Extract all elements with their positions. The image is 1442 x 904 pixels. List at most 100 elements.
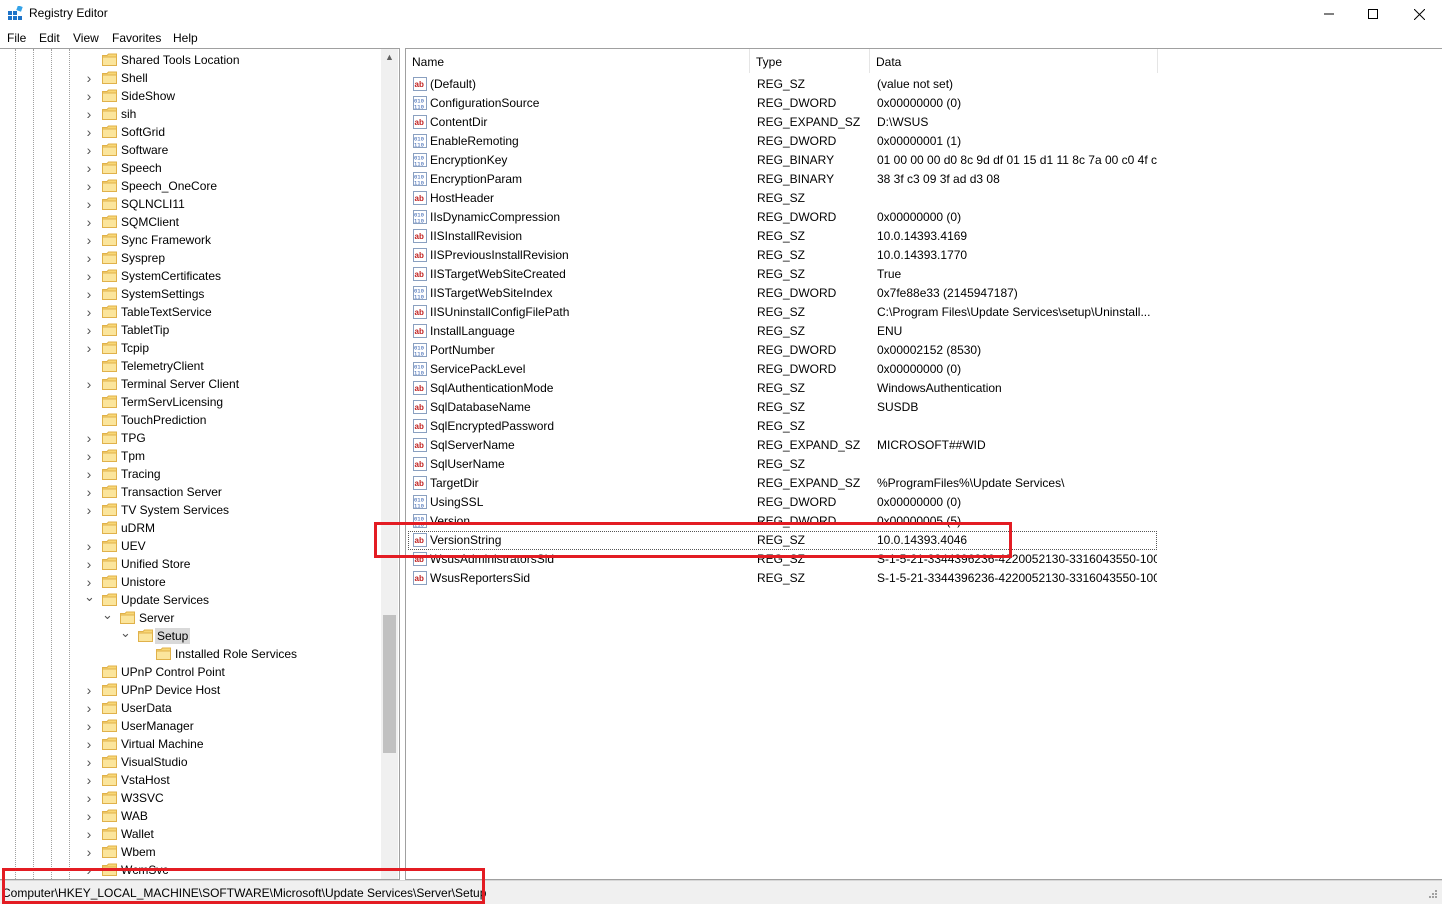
tree-item[interactable]: › Transaction Server bbox=[0, 483, 380, 501]
chevron-right-icon[interactable]: › bbox=[84, 233, 94, 247]
chevron-right-icon[interactable]: › bbox=[84, 737, 94, 751]
chevron-right-icon[interactable]: › bbox=[84, 323, 94, 337]
menu-edit[interactable]: Edit bbox=[39, 31, 60, 45]
column-header-data[interactable]: Data bbox=[870, 49, 1158, 73]
tree-item[interactable]: › UPnP Device Host bbox=[0, 681, 380, 699]
tree-item[interactable]: TermServLicensing bbox=[0, 393, 380, 411]
tree-item[interactable]: › Tracing bbox=[0, 465, 380, 483]
scrollbar-thumb[interactable] bbox=[383, 615, 396, 753]
value-row[interactable]: ab TargetDir REG_EXPAND_SZ %ProgramFiles%\U… bbox=[408, 474, 1158, 493]
tree-item[interactable]: ⌄ Setup bbox=[0, 626, 380, 645]
value-row[interactable]: 010 110 UsingSSL REG_DWORD 0x00000000 (0) bbox=[408, 493, 1158, 512]
chevron-right-icon[interactable]: › bbox=[84, 143, 94, 157]
tree-item[interactable]: › TabletTip bbox=[0, 321, 380, 339]
tree-item[interactable]: ⌄ Update Services bbox=[0, 590, 380, 609]
chevron-right-icon[interactable]: › bbox=[84, 125, 94, 139]
value-row[interactable]: ab WsusReportersSid REG_SZ S-1-5-21-3344396… bbox=[408, 569, 1158, 588]
tree-item[interactable]: › Virtual Machine bbox=[0, 735, 380, 753]
chevron-down-icon[interactable]: ⌄ bbox=[84, 590, 95, 603]
value-row[interactable]: 010 110 IISTargetWebSiteIndex REG_DWORD 0x7f… bbox=[408, 284, 1158, 303]
chevron-right-icon[interactable]: › bbox=[84, 467, 94, 481]
value-row[interactable]: 010 110 EncryptionParam REG_BINARY 38 3f c3 … bbox=[408, 170, 1158, 189]
value-row[interactable]: 010 110 EncryptionKey REG_BINARY 01 00 00 00… bbox=[408, 151, 1158, 170]
chevron-right-icon[interactable]: › bbox=[84, 179, 94, 193]
tree-scrollbar[interactable]: ▲ bbox=[381, 49, 398, 879]
tree-item[interactable]: › UserManager bbox=[0, 717, 380, 735]
value-row[interactable]: ab InstallLanguage REG_SZ ENU bbox=[408, 322, 1158, 341]
tree-item[interactable]: › TV System Services bbox=[0, 501, 380, 519]
tree-item[interactable]: TelemetryClient bbox=[0, 357, 380, 375]
maximize-button[interactable] bbox=[1350, 0, 1396, 28]
value-row[interactable]: 010 110 EnableRemoting REG_DWORD 0x00000001 … bbox=[408, 132, 1158, 151]
tree-item[interactable]: Installed Role Services bbox=[0, 645, 380, 663]
chevron-right-icon[interactable]: › bbox=[84, 791, 94, 805]
value-row[interactable]: ab SqlDatabaseName REG_SZ SUSDB bbox=[408, 398, 1158, 417]
chevron-right-icon[interactable]: › bbox=[84, 161, 94, 175]
chevron-right-icon[interactable]: › bbox=[84, 89, 94, 103]
value-row[interactable]: ab IISTargetWebSiteCreated REG_SZ True bbox=[408, 265, 1158, 284]
tree-item[interactable]: › VisualStudio bbox=[0, 753, 380, 771]
tree-item[interactable]: › WAB bbox=[0, 807, 380, 825]
chevron-right-icon[interactable]: › bbox=[84, 809, 94, 823]
chevron-right-icon[interactable]: › bbox=[84, 503, 94, 517]
tree-item[interactable]: › Sysprep bbox=[0, 249, 380, 267]
menu-view[interactable]: View bbox=[73, 31, 99, 45]
scroll-up-icon[interactable]: ▲ bbox=[381, 49, 398, 66]
tree-item[interactable]: › Wallet bbox=[0, 825, 380, 843]
tree-item[interactable]: › TableTextService bbox=[0, 303, 380, 321]
value-row[interactable]: 010 110 ServicePackLevel REG_DWORD 0x0000000… bbox=[408, 360, 1158, 379]
chevron-right-icon[interactable]: › bbox=[84, 341, 94, 355]
tree-item[interactable]: › Speech_OneCore bbox=[0, 177, 380, 195]
column-header-type[interactable]: Type bbox=[750, 49, 870, 73]
close-button[interactable] bbox=[1396, 0, 1442, 28]
tree-item[interactable]: › Unistore bbox=[0, 573, 380, 591]
tree-item[interactable]: › SoftGrid bbox=[0, 123, 380, 141]
value-row[interactable]: ab WsusAdministratorsSid REG_SZ S-1-5-21-33… bbox=[408, 550, 1158, 569]
value-row[interactable]: 010 110 PortNumber REG_DWORD 0x00002152 (853… bbox=[408, 341, 1158, 360]
chevron-right-icon[interactable]: › bbox=[84, 755, 94, 769]
values-list-pane[interactable]: Name Type Data ab (Default) REG_SZ (value n… bbox=[405, 48, 1442, 880]
menu-help[interactable]: Help bbox=[173, 31, 198, 45]
chevron-right-icon[interactable]: › bbox=[84, 305, 94, 319]
tree-item[interactable]: › SystemCertificates bbox=[0, 267, 380, 285]
value-row[interactable]: ab SqlUserName REG_SZ bbox=[408, 455, 1158, 474]
tree-item[interactable]: › Shell bbox=[0, 69, 380, 87]
menu-file[interactable]: File bbox=[7, 31, 26, 45]
value-row[interactable]: ab SqlServerName REG_EXPAND_SZ MICROSOFT##W… bbox=[408, 436, 1158, 455]
chevron-right-icon[interactable]: › bbox=[84, 863, 94, 877]
column-header-name[interactable]: Name bbox=[406, 49, 750, 73]
value-row[interactable]: ab IISUninstallConfigFilePath REG_SZ C:\Pro… bbox=[408, 303, 1158, 322]
value-row[interactable]: ab VersionString REG_SZ 10.0.14393.4046 bbox=[408, 531, 1157, 550]
tree-item[interactable]: › Wbem bbox=[0, 843, 380, 861]
tree-item[interactable]: › Speech bbox=[0, 159, 380, 177]
tree-item[interactable]: › SideShow bbox=[0, 87, 380, 105]
value-row[interactable]: 010 110 ConfigurationSource REG_DWORD 0x0000… bbox=[408, 94, 1158, 113]
chevron-right-icon[interactable]: › bbox=[84, 431, 94, 445]
tree-item[interactable]: › sih bbox=[0, 105, 380, 123]
chevron-right-icon[interactable]: › bbox=[84, 575, 94, 589]
chevron-right-icon[interactable]: › bbox=[84, 719, 94, 733]
chevron-right-icon[interactable]: › bbox=[84, 449, 94, 463]
value-row[interactable]: ab IISPreviousInstallRevision REG_SZ 10.0.1… bbox=[408, 246, 1158, 265]
tree-item[interactable]: › Unified Store bbox=[0, 555, 380, 573]
chevron-right-icon[interactable]: › bbox=[84, 539, 94, 553]
tree-item[interactable]: › Tcpip bbox=[0, 339, 380, 357]
tree-item[interactable]: › UserData bbox=[0, 699, 380, 717]
tree-item[interactable]: › SQLNCLI11 bbox=[0, 195, 380, 213]
tree-item[interactable]: › TPG bbox=[0, 429, 380, 447]
value-row[interactable]: ab HostHeader REG_SZ bbox=[408, 189, 1158, 208]
tree-item[interactable]: UPnP Control Point bbox=[0, 663, 380, 681]
tree-item[interactable]: › SQMClient bbox=[0, 213, 380, 231]
chevron-right-icon[interactable]: › bbox=[84, 287, 94, 301]
value-row[interactable]: ab (Default) REG_SZ (value not set) bbox=[408, 75, 1158, 94]
tree-item[interactable]: › Terminal Server Client bbox=[0, 375, 380, 393]
tree-item[interactable]: › Software bbox=[0, 141, 380, 159]
chevron-right-icon[interactable]: › bbox=[84, 773, 94, 787]
value-row[interactable]: ab SqlAuthenticationMode REG_SZ WindowsAuth… bbox=[408, 379, 1158, 398]
chevron-right-icon[interactable]: › bbox=[84, 377, 94, 391]
tree-item[interactable]: TouchPrediction bbox=[0, 411, 380, 429]
value-row[interactable]: 010 110 Version REG_DWORD 0x00000005 (5) bbox=[408, 512, 1158, 531]
chevron-down-icon[interactable]: ⌄ bbox=[120, 626, 131, 639]
chevron-right-icon[interactable]: › bbox=[84, 845, 94, 859]
chevron-right-icon[interactable]: › bbox=[84, 251, 94, 265]
